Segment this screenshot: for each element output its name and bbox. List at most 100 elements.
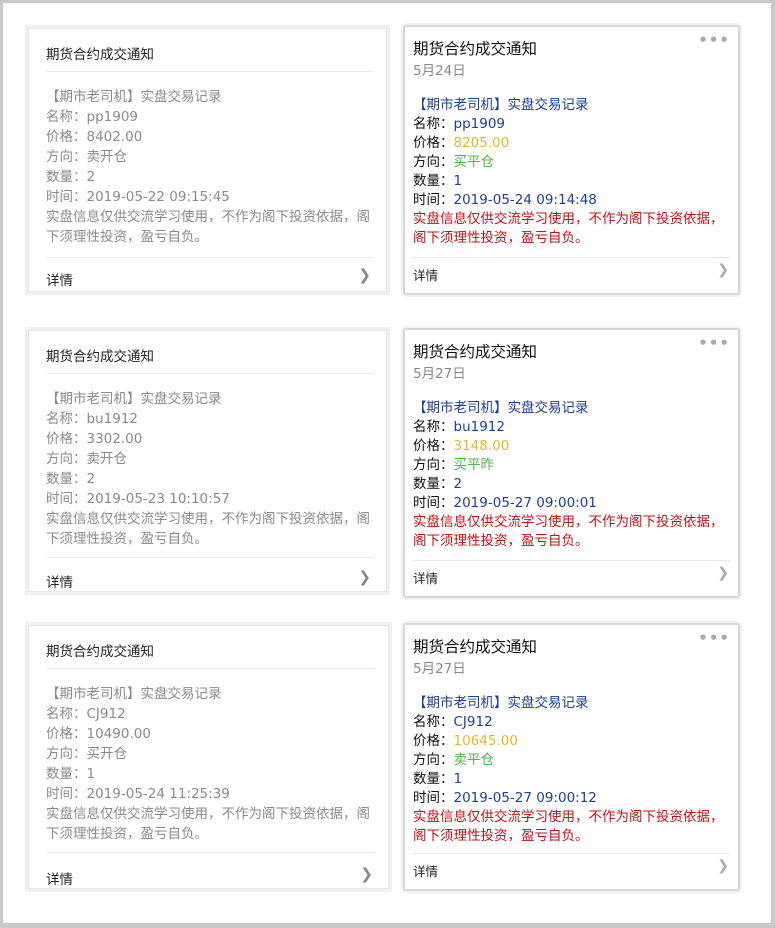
name-line: 名称：bu1912 (46, 411, 138, 427)
chevron-right-icon[interactable]: ❯ (358, 266, 371, 284)
disclaimer: 实盘信息仅供交流学习使用，不作为阁下投资依据，阁下须理性投资，盈亏自负。 (413, 809, 724, 844)
disclaimer: 实盘信息仅供交流学习使用，不作为阁下投资依据，阁下须理性投资，盈亏自负。 (413, 514, 724, 549)
card-body: 【期市老司机】实盘交易记录 名称：bu1912 价格：3302.00 方向：卖开… (46, 389, 374, 549)
record-heading: 【期市老司机】实盘交易记录 (46, 686, 222, 702)
price-key: 价格： (413, 135, 454, 151)
quantity-line: 数量：2 (413, 475, 732, 494)
notification-card-right[interactable]: 期货合约成交通知 5月27日 ••• 【期市老司机】实盘交易记录 名称：CJ91… (403, 623, 740, 891)
direction-value: 买平昨 (453, 457, 495, 473)
direction-key: 方向： (413, 457, 454, 473)
more-dots-icon[interactable]: ••• (698, 31, 730, 49)
notification-card-right[interactable]: 期货合约成交通知 5月24日 ••• 【期市老司机】实盘交易记录 名称：pp19… (403, 25, 740, 295)
disclaimer: 实盘信息仅供交流学习使用，不作为阁下投资依据，阁下须理性投资，盈亏自负。 (46, 209, 370, 245)
detail-link[interactable]: 详情 (413, 861, 438, 880)
divider (413, 560, 730, 561)
detail-link[interactable]: 详情 (46, 269, 73, 289)
price-line: 价格：10490.00 (46, 726, 151, 742)
notification-card-left[interactable]: 期货合约成交通知 【期市老司机】实盘交易记录 名称：bu1912 价格：3302… (25, 327, 390, 595)
time-line: 时间：2019-05-24 09:14:48 (413, 191, 732, 210)
card-title: 期货合约成交通知 (413, 343, 538, 361)
chevron-right-icon[interactable]: ❯ (717, 565, 729, 581)
name-line: 名称：pp1909 (46, 109, 138, 125)
price-line: 价格：8205.00 (413, 134, 732, 153)
direction-line: 方向：买开仓 (46, 746, 127, 762)
direction-value: 卖平仓 (453, 752, 495, 768)
detail-link[interactable]: 详情 (413, 265, 438, 284)
more-dots-icon[interactable]: ••• (698, 629, 730, 647)
name-key: 名称： (413, 714, 454, 730)
divider (46, 557, 373, 558)
direction-value: 买平仓 (453, 154, 495, 170)
chevron-right-icon[interactable]: ❯ (717, 262, 729, 278)
divider (46, 257, 373, 258)
price-value: 3148.00 (453, 438, 510, 454)
disclaimer: 实盘信息仅供交流学习使用，不作为阁下投资依据，阁下须理性投资，盈亏自负。 (46, 511, 370, 547)
divider (46, 373, 373, 374)
disclaimer: 实盘信息仅供交流学习使用，不作为阁下投资依据，阁下须理性投资，盈亏自负。 (413, 211, 724, 246)
price-line: 价格：10645.00 (413, 732, 732, 751)
divider (46, 852, 375, 853)
price-line: 价格：8402.00 (46, 129, 143, 145)
name-key: 名称： (413, 419, 454, 435)
divider (46, 668, 375, 669)
name-value: bu1912 (453, 419, 505, 435)
record-heading: 【期市老司机】实盘交易记录 (46, 89, 222, 105)
card-title: 期货合约成交通知 (413, 40, 538, 58)
quantity-key: 数量： (413, 476, 454, 492)
time-line: 时间：2019-05-24 11:25:39 (46, 786, 230, 802)
record-heading: 【期市老司机】实盘交易记录 (413, 400, 589, 416)
card-title: 期货合约成交通知 (413, 638, 538, 656)
quantity-line: 数量：1 (413, 770, 732, 789)
name-key: 名称： (413, 116, 454, 132)
card-date: 5月27日 (413, 661, 466, 677)
quantity-line: 数量：1 (413, 172, 732, 191)
disclaimer: 实盘信息仅供交流学习使用，不作为阁下投资依据，阁下须理性投资，盈亏自负。 (46, 806, 370, 842)
card-body: 【期市老司机】实盘交易记录 名称：CJ912 价格：10490.00 方向：买开… (46, 684, 376, 844)
card-body: 【期市老司机】实盘交易记录 名称：pp1909 价格：8402.00 方向：卖开… (46, 87, 374, 247)
direction-line: 方向：卖开仓 (46, 149, 127, 165)
quantity-line: 数量：2 (46, 471, 96, 487)
name-line: 名称：pp1909 (413, 115, 732, 134)
chevron-right-icon[interactable]: ❯ (717, 858, 729, 874)
more-dots-icon[interactable]: ••• (698, 334, 730, 352)
time-key: 时间： (413, 790, 454, 806)
detail-link[interactable]: 详情 (413, 568, 438, 587)
time-line: 时间：2019-05-22 09:15:45 (46, 189, 230, 205)
record-heading: 【期市老司机】实盘交易记录 (413, 695, 589, 711)
time-line: 时间：2019-05-27 09:00:12 (413, 789, 732, 808)
divider (413, 853, 730, 854)
direction-key: 方向： (413, 154, 454, 170)
time-line: 时间：2019-05-23 10:10:57 (46, 491, 230, 507)
detail-link[interactable]: 详情 (46, 571, 73, 591)
time-key: 时间： (413, 192, 454, 208)
notification-card-left[interactable]: 期货合约成交通知 【期市老司机】实盘交易记录 名称：pp1909 价格：8402… (25, 25, 390, 295)
name-value: CJ912 (453, 714, 493, 730)
quantity-line: 数量：1 (46, 766, 96, 782)
card-title: 期货合约成交通知 (46, 47, 154, 63)
card-body: 【期市老司机】实盘交易记录 名称：bu1912 价格：3148.00 方向：买平… (413, 399, 732, 551)
quantity-key: 数量： (413, 173, 454, 189)
notification-card-left[interactable]: 期货合约成交通知 【期市老司机】实盘交易记录 名称：CJ912 价格：10490… (25, 622, 392, 892)
direction-line: 方向：卖开仓 (46, 451, 127, 467)
divider (413, 257, 730, 258)
divider (46, 71, 373, 72)
notification-card-right[interactable]: 期货合约成交通知 5月27日 ••• 【期市老司机】实盘交易记录 名称：bu19… (403, 328, 740, 598)
name-line: 名称：bu1912 (413, 418, 732, 437)
name-line: 名称：CJ912 (413, 713, 732, 732)
card-date: 5月27日 (413, 366, 466, 382)
quantity-key: 数量： (413, 771, 454, 787)
card-body: 【期市老司机】实盘交易记录 名称：CJ912 价格：10645.00 方向：卖平… (413, 694, 732, 846)
chevron-right-icon[interactable]: ❯ (358, 568, 371, 586)
price-line: 价格：3302.00 (46, 431, 143, 447)
direction-line: 方向：卖平仓 (413, 751, 732, 770)
quantity-value: 1 (453, 173, 463, 189)
time-value: 2019-05-27 09:00:12 (453, 790, 597, 806)
quantity-value: 2 (453, 476, 463, 492)
name-line: 名称：CJ912 (46, 706, 126, 722)
detail-link[interactable]: 详情 (46, 868, 73, 888)
card-title: 期货合约成交通知 (46, 644, 154, 660)
chevron-right-icon[interactable]: ❯ (360, 865, 373, 883)
time-value: 2019-05-27 09:00:01 (453, 495, 597, 511)
price-key: 价格： (413, 733, 454, 749)
quantity-line: 数量：2 (46, 169, 96, 185)
